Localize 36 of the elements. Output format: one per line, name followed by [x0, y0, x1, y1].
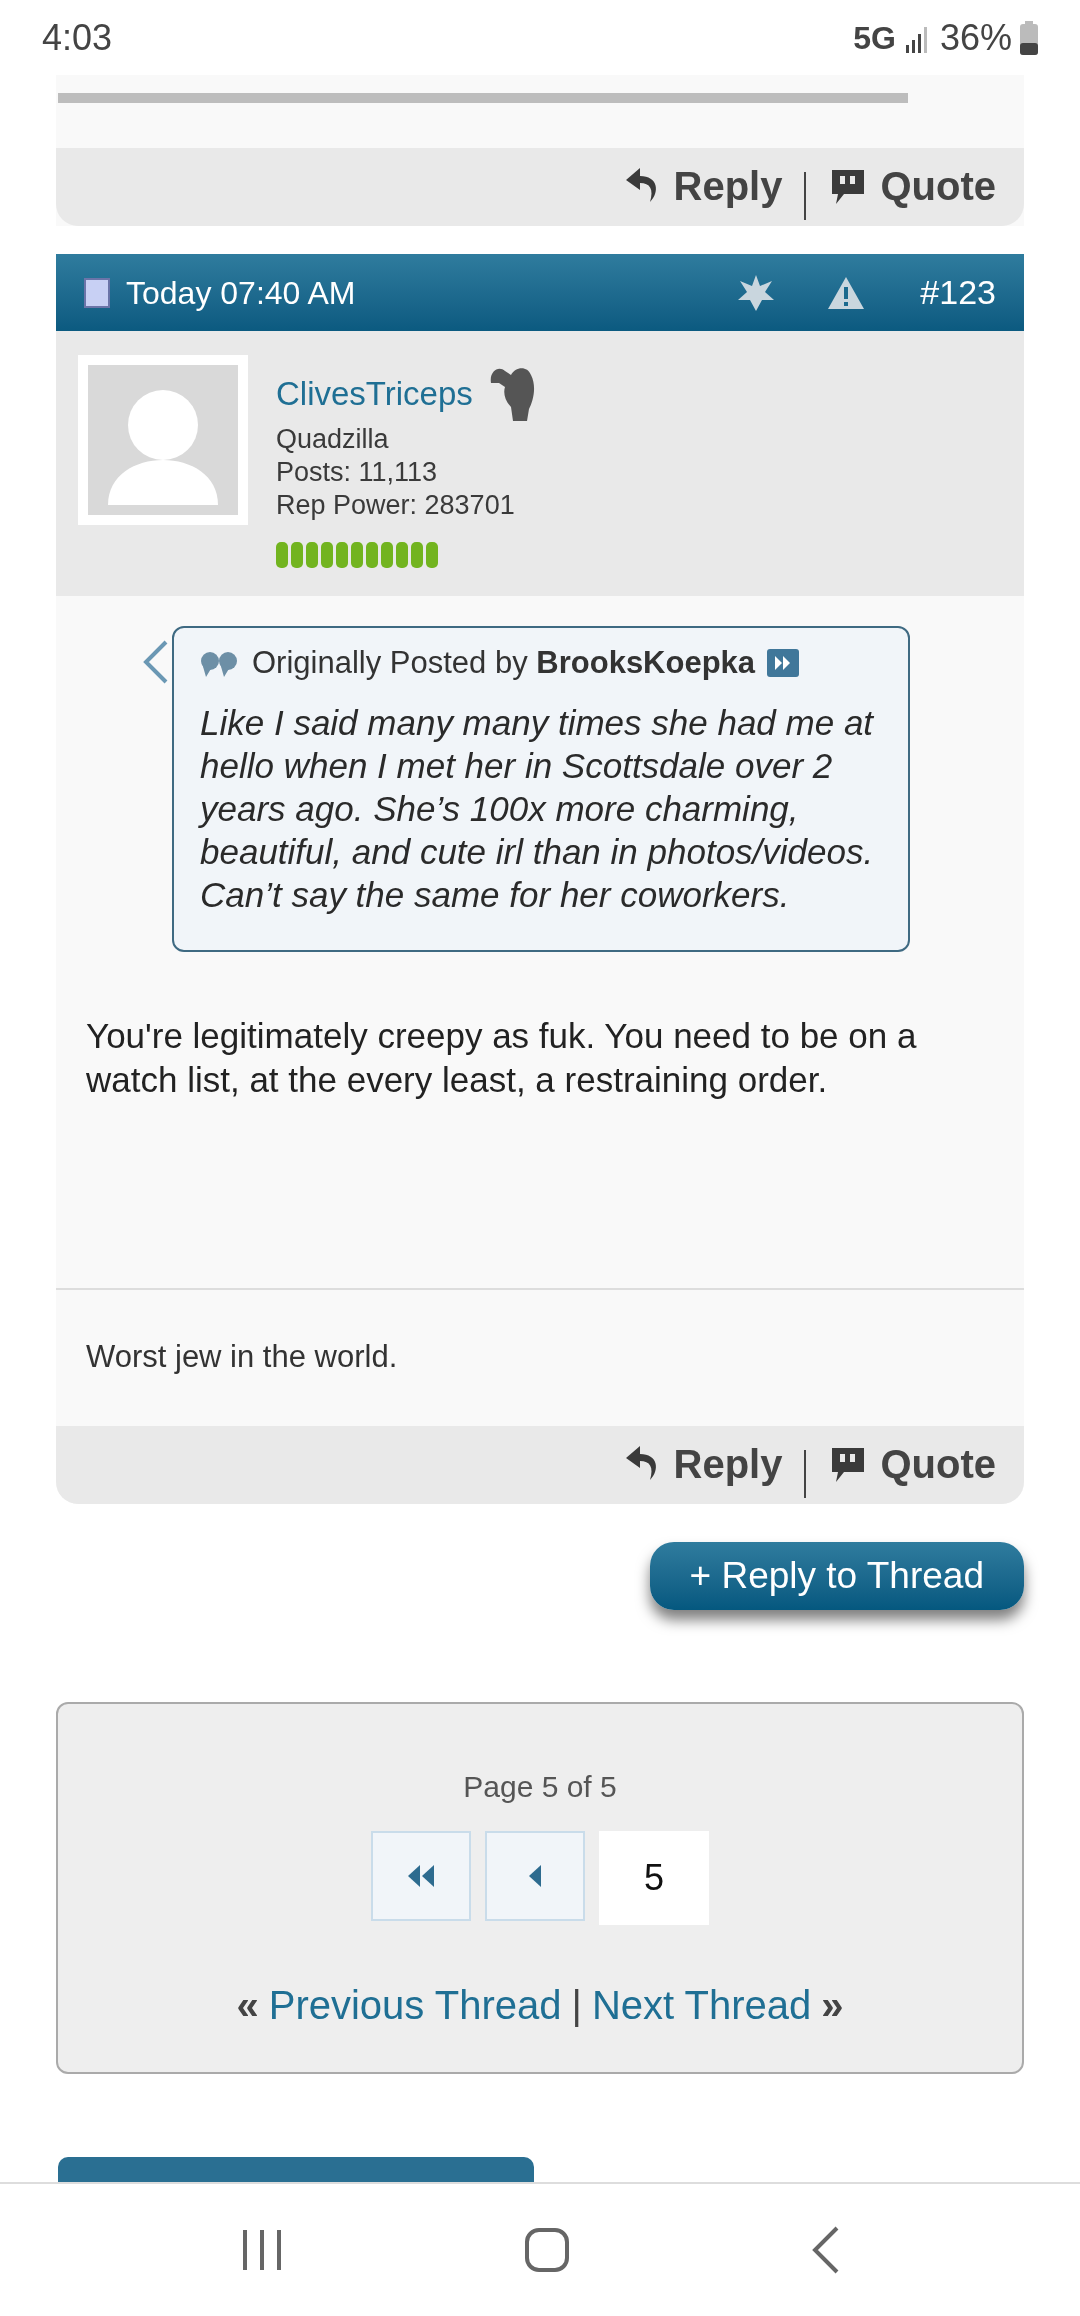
quote-button[interactable]: Quote	[828, 1427, 996, 1494]
user-title: Quadzilla	[276, 423, 390, 456]
network-label: 5G	[853, 18, 896, 58]
chevron-left-icon	[142, 640, 168, 684]
recent-apps-icon[interactable]	[240, 2228, 283, 2272]
quote-button[interactable]: Quote	[828, 150, 996, 216]
post-count: Posts: 11,113	[276, 456, 439, 489]
previous-thread-link[interactable]: Previous Thread	[268, 1974, 562, 2035]
signature: Worst jew in the world.	[86, 1337, 399, 1376]
status-time: 4:03	[42, 15, 113, 60]
reply-button[interactable]: Reply	[621, 1427, 783, 1494]
reply-button[interactable]: Reply	[621, 150, 783, 216]
quote-attribution: Originally Posted by BrooksKoepka	[252, 644, 756, 682]
rep-power: Rep Power: 283701	[276, 489, 516, 522]
username-link[interactable]: ClivesTriceps	[276, 369, 473, 419]
current-page: 5	[599, 1830, 709, 1925]
right-guillemet: »	[821, 1981, 844, 2029]
left-guillemet: «	[236, 1981, 259, 2029]
view-post-icon[interactable]	[767, 649, 800, 678]
home-icon[interactable]	[524, 2227, 570, 2273]
quote-marks-icon	[200, 649, 240, 678]
post-number[interactable]: #123	[920, 267, 996, 318]
post-date: Today 07:40 AM	[126, 273, 357, 313]
document-icon	[84, 277, 110, 308]
post-message: You're legitimately creepy as fuk. You need to be on a watch list, at the every least, a restraining order.	[86, 1014, 918, 1101]
reply-to-thread-button[interactable]: + Reply to Thread	[649, 1541, 1024, 1610]
first-page-button[interactable]	[371, 1830, 471, 1921]
left-triangle-icon	[527, 1862, 543, 1889]
back-icon[interactable]	[811, 2226, 840, 2274]
next-thread-link[interactable]: Next Thread	[591, 1974, 812, 2035]
quote-text: Like I said many many times she had me at hello when I met her in Scottsdale over 2 years ago. She’s 100x more charming, beautiful, and cute irl than in photos/videos. Can’t say the same for her coworkers.	[200, 701, 875, 916]
battery-icon	[1020, 20, 1038, 55]
battery-percent: 36%	[939, 15, 1012, 60]
page-label: Page 5 of 5	[463, 1768, 617, 1805]
link-separator: |	[571, 1981, 582, 2029]
double-left-icon	[406, 1862, 436, 1889]
